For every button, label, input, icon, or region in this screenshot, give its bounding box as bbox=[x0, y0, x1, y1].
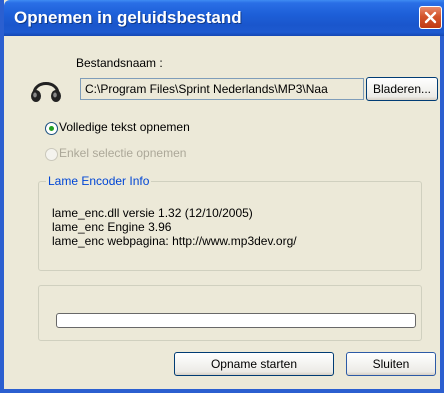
start-recording-button[interactable]: Opname starten bbox=[174, 352, 334, 376]
encoder-line-webpage: lame_enc webpagina: http://www.mp3dev.or… bbox=[52, 234, 297, 248]
filename-value: C:\Program Files\Sprint Nederlands\MP3\N… bbox=[85, 82, 328, 96]
window-title: Opnemen in geluidsbestand bbox=[14, 8, 242, 27]
close-button[interactable] bbox=[419, 6, 442, 29]
selection-label: Enkel selectie opnemen bbox=[59, 146, 187, 160]
full-text-radio[interactable] bbox=[45, 122, 58, 135]
filename-field[interactable]: C:\Program Files\Sprint Nederlands\MP3\N… bbox=[80, 78, 364, 100]
full-text-label[interactable]: Volledige tekst opnemen bbox=[59, 120, 190, 134]
encoder-group-title: Lame Encoder Info bbox=[46, 174, 152, 188]
title-bar[interactable]: Opnemen in geluidsbestand bbox=[4, 0, 444, 36]
browse-button[interactable]: Bladeren... bbox=[366, 77, 438, 101]
close-dialog-button[interactable]: Sluiten bbox=[346, 352, 436, 376]
encoder-line-engine: lame_enc Engine 3.96 bbox=[52, 220, 172, 234]
start-recording-label: Opname starten bbox=[210, 357, 298, 371]
browse-button-label: Bladeren... bbox=[372, 82, 432, 96]
headphones-icon bbox=[31, 82, 61, 102]
encoder-line-version: lame_enc.dll versie 1.32 (12/10/2005) bbox=[52, 206, 253, 220]
selection-radio bbox=[45, 148, 58, 161]
filename-label: Bestandsnaam : bbox=[76, 56, 163, 70]
dialog-window: Opnemen in geluidsbestand Bestandsnaam :… bbox=[0, 0, 444, 393]
close-icon bbox=[424, 11, 437, 24]
progress-bar bbox=[56, 313, 416, 328]
close-dialog-label: Sluiten bbox=[372, 357, 410, 371]
